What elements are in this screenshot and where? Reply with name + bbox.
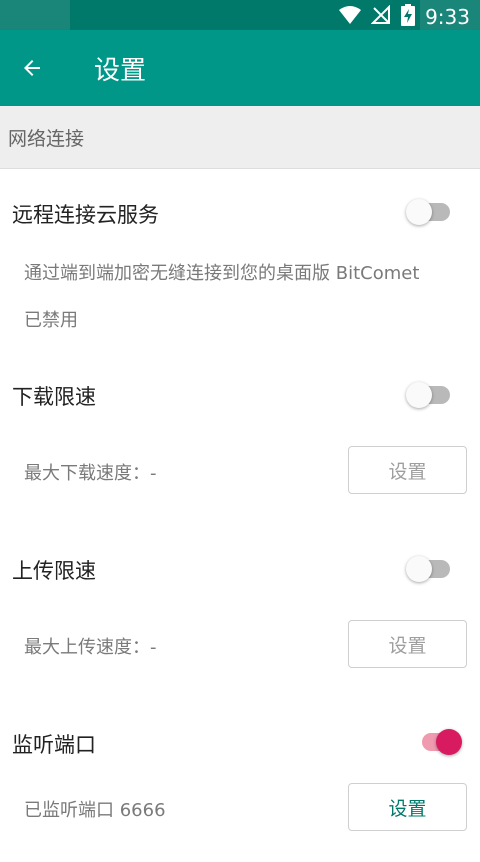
upload-limit-switch[interactable] [406, 554, 454, 584]
remote-service-description: 通过端到端加密无缝连接到您的桌面版 BitComet [24, 263, 420, 284]
download-limit-switch[interactable] [406, 380, 454, 410]
upload-limit-title: 上传限速 [12, 559, 96, 583]
listen-port-detail: 已监听端口 6666 [24, 800, 166, 821]
remote-service-title: 远程连接云服务 [12, 203, 159, 227]
page-title: 设置 [94, 56, 147, 86]
app-bar: 设置 [0, 30, 480, 106]
switch-thumb [406, 199, 432, 225]
settings-card: 远程连接云服务 通过端到端加密无缝连接到您的桌面版 BitComet 已禁用 下… [0, 168, 480, 862]
no-signal-icon [370, 4, 391, 29]
listen-port-set-button[interactable]: 设置 [348, 783, 467, 831]
switch-thumb [406, 382, 432, 408]
download-limit-title: 下载限速 [12, 385, 96, 409]
battery-charging-icon [401, 4, 416, 30]
listen-port-switch[interactable] [416, 727, 464, 757]
switch-thumb [436, 729, 462, 755]
listen-port-title: 监听端口 [12, 733, 96, 757]
upload-limit-detail: 最大上传速度：- [24, 637, 157, 658]
status-icons: 9:33 [339, 4, 470, 30]
upload-limit-set-button[interactable]: 设置 [348, 620, 467, 668]
back-button[interactable] [16, 52, 48, 84]
remote-service-status: 已禁用 [24, 310, 78, 331]
section-title: 网络连接 [8, 128, 85, 150]
wifi-icon [339, 5, 362, 29]
watermark-left [0, 0, 70, 30]
download-limit-set-button[interactable]: 设置 [348, 446, 467, 494]
status-time: 9:33 [425, 5, 470, 29]
status-bar: 9:33 [0, 0, 480, 30]
download-limit-detail: 最大下载速度：- [24, 463, 157, 484]
remote-service-switch[interactable] [406, 197, 454, 227]
switch-thumb [406, 556, 432, 582]
arrow-left-icon [24, 60, 40, 76]
section-header: 网络连接 [0, 106, 480, 164]
